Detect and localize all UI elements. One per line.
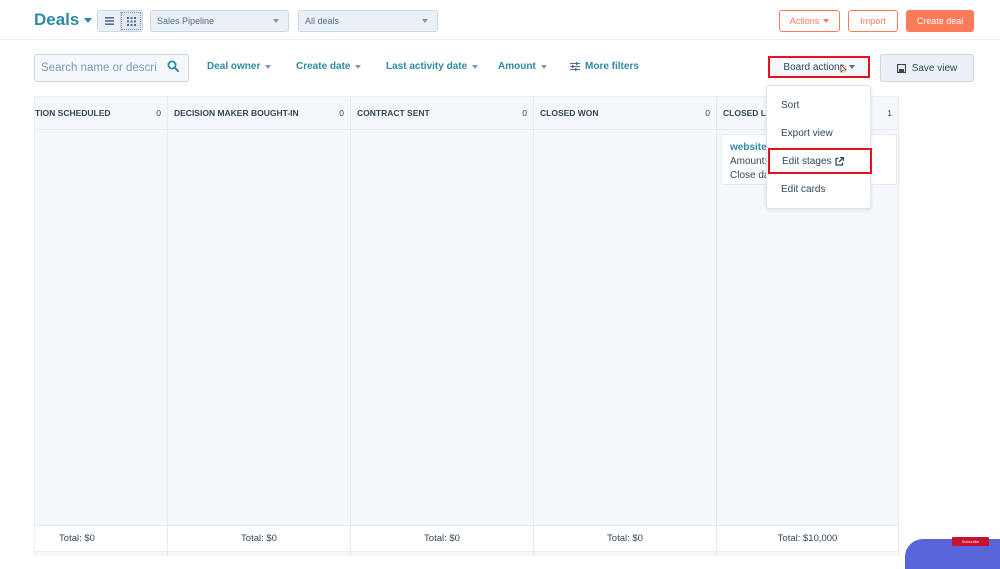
pipeline-select[interactable]: Sales Pipeline — [150, 10, 289, 32]
amount-filter[interactable]: Amount — [498, 61, 547, 72]
search-box — [34, 54, 189, 82]
column-count: 1 — [887, 108, 892, 118]
deal-owner-filter-label: Deal owner — [207, 61, 261, 72]
column-header: CONTRACT SENT 0 — [351, 96, 533, 130]
deal-owner-filter[interactable]: Deal owner — [207, 61, 272, 72]
column-total: Total: $0 — [351, 525, 533, 552]
menu-item-label: Edit stages — [782, 155, 832, 167]
column-header: DECISION MAKER BOUGHT-IN 0 — [168, 96, 350, 130]
chevron-down-icon — [265, 64, 272, 69]
page-title-dropdown[interactable]: Deals — [34, 10, 93, 30]
column-name: CONTRACT SENT — [357, 108, 430, 118]
last-activity-date-filter[interactable]: Last activity date — [386, 61, 479, 72]
board-column: TION SCHEDULED 0 Total: $0 — [35, 96, 168, 556]
import-button-label: Import — [860, 16, 886, 26]
create-deal-button[interactable]: Create deal — [906, 10, 974, 32]
create-date-filter[interactable]: Create date — [296, 61, 362, 72]
deals-view-select[interactable]: All deals — [298, 10, 438, 32]
chevron-down-icon — [848, 65, 855, 69]
board-column: DECISION MAKER BOUGHT-IN 0 Total: $0 — [168, 96, 351, 556]
more-filters-label: More filters — [585, 61, 639, 72]
more-filters-button[interactable]: More filters — [570, 61, 639, 72]
actions-button-label: Actions — [789, 16, 820, 26]
chevron-down-icon — [273, 19, 279, 23]
search-icon[interactable] — [167, 59, 179, 77]
create-deal-button-label: Create deal — [916, 16, 964, 26]
chevron-down-icon — [823, 19, 830, 23]
column-count: 0 — [339, 108, 344, 118]
board-column: CLOSED WON 0 Total: $0 — [534, 96, 717, 556]
board-column: CONTRACT SENT 0 Total: $0 — [351, 96, 534, 556]
column-total: Total: $10,000 — [717, 525, 898, 552]
column-count: 0 — [156, 108, 161, 118]
save-view-label: Save view — [911, 62, 958, 74]
board-actions-button[interactable]: Board actions — [768, 56, 870, 78]
chevron-down-icon — [422, 19, 428, 23]
menu-item-edit-cards[interactable]: Edit cards — [767, 176, 872, 202]
menu-item-label: Sort — [781, 99, 800, 111]
board-view-button[interactable] — [120, 11, 142, 31]
column-total-value: Total: $0 — [59, 533, 95, 544]
chevron-down-icon — [84, 17, 93, 23]
sliders-icon — [570, 62, 580, 71]
top-bar: Deals Sales Pipeline All deals Actions I… — [0, 0, 1000, 40]
column-total-value: Total: $0 — [607, 533, 643, 544]
column-total-value: Total: $0 — [424, 533, 460, 544]
column-name: TION SCHEDULED — [35, 108, 111, 118]
mouse-cursor-icon — [839, 64, 847, 73]
menu-item-export-view[interactable]: Export view — [767, 120, 872, 146]
menu-item-edit-stages[interactable]: Edit stages — [768, 148, 872, 174]
column-header: TION SCHEDULED 0 — [35, 96, 167, 130]
last-activity-date-filter-label: Last activity date — [386, 61, 468, 72]
chevron-down-icon — [540, 64, 547, 69]
list-view-button[interactable] — [98, 11, 120, 31]
board-actions-menu: Sort Export view Edit stages Edit cards — [766, 85, 872, 209]
menu-item-sort[interactable]: Sort — [767, 92, 872, 118]
column-count: 0 — [522, 108, 527, 118]
amount-filter-label: Amount — [498, 61, 536, 72]
column-header: CLOSED WON 0 — [534, 96, 716, 130]
column-name: DECISION MAKER BOUGHT-IN — [174, 108, 299, 118]
subscribe-badge[interactable]: Subscribe — [952, 537, 989, 546]
save-view-button[interactable]: Save view — [880, 54, 974, 82]
column-total-value: Total: $0 — [241, 533, 277, 544]
column-total: Total: $0 — [534, 525, 716, 552]
chevron-down-icon — [472, 64, 479, 69]
chevron-down-icon — [355, 64, 362, 69]
column-total: Total: $0 — [168, 525, 350, 552]
actions-button[interactable]: Actions — [779, 10, 840, 32]
menu-item-label: Export view — [781, 127, 833, 139]
subscribe-label: Subscribe — [961, 539, 980, 544]
page-title: Deals — [34, 10, 80, 29]
search-input[interactable] — [41, 62, 163, 74]
menu-item-label: Edit cards — [781, 183, 826, 195]
column-total: Total: $0 — [35, 525, 167, 552]
column-count: 0 — [705, 108, 710, 118]
import-button[interactable]: Import — [848, 10, 898, 32]
board-view-icon — [127, 16, 136, 26]
external-link-icon — [835, 156, 845, 166]
create-date-filter-label: Create date — [296, 61, 351, 72]
board-actions-label: Board actions — [783, 61, 845, 73]
view-toggle — [97, 10, 143, 32]
column-name: CLOSED WON — [540, 108, 599, 118]
save-icon — [896, 63, 906, 73]
deals-view-select-value: All deals — [305, 16, 340, 26]
list-view-icon — [104, 17, 114, 25]
column-total-value: Total: $10,000 — [777, 533, 838, 544]
pipeline-select-value: Sales Pipeline — [157, 16, 215, 26]
